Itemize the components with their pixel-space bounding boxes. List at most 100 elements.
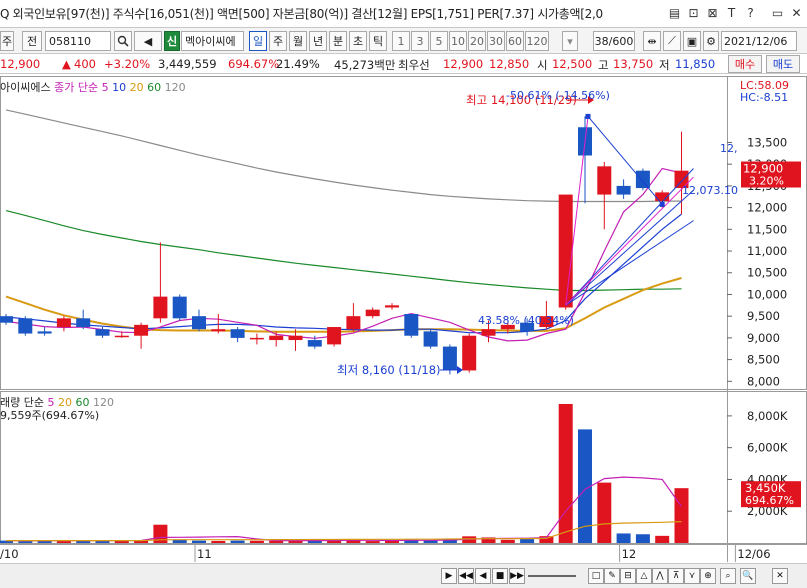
peak-tool-icon[interactable]: ⋀: [652, 568, 668, 584]
tab-week[interactable]: 주: [269, 31, 287, 51]
stock-name-field[interactable]: 멕아이씨에: [181, 31, 244, 51]
pen-tool-icon[interactable]: ✎: [604, 568, 620, 584]
help-icon[interactable]: ?: [743, 5, 758, 20]
current-volume-rate: 694.67%: [745, 494, 794, 507]
price-tick-label: 11,500: [747, 222, 787, 236]
add-tool-icon[interactable]: ⊕: [700, 568, 716, 584]
close-tools-icon[interactable]: ✕: [772, 568, 788, 584]
candle-body: [307, 340, 322, 347]
volume-bar: [365, 541, 380, 543]
stock-code-input[interactable]: 058110: [45, 31, 111, 51]
tab-minute[interactable]: 분: [329, 31, 347, 51]
export-icon[interactable]: ⊡: [686, 5, 701, 20]
copy-icon[interactable]: ▤: [667, 5, 682, 20]
candle-body: [616, 185, 631, 195]
fib-handle[interactable]: [585, 113, 591, 119]
price-tick-label: 11,000: [747, 244, 787, 258]
fan-end-annotation: 12,: [720, 142, 738, 155]
zoom-icon[interactable]: 🔍: [740, 568, 756, 584]
window-icon[interactable]: ▭: [770, 5, 785, 20]
legend-ma5[interactable]: 5: [102, 81, 109, 94]
market-select[interactable]: 주: [0, 31, 14, 51]
zoom-in-icon[interactable]: ⇹: [643, 31, 661, 51]
legend-ma120[interactable]: 120: [165, 81, 186, 94]
price-panel-frame: [0, 76, 807, 390]
back-icon[interactable]: ◀: [475, 568, 491, 584]
quote-bar: 12,900 ▲ 400 +3.20% 3,449,559 694.67% 21…: [0, 54, 807, 74]
candle-body: [18, 318, 33, 334]
interval-30[interactable]: 30: [487, 31, 505, 51]
candle-body: [442, 346, 457, 371]
volume-bar: [385, 540, 399, 543]
gear-icon[interactable]: ⚙: [703, 31, 719, 51]
buy-button[interactable]: 매수: [728, 55, 762, 73]
valley-tool-icon[interactable]: ⋎: [684, 568, 700, 584]
prefix-button[interactable]: 전: [22, 31, 42, 51]
text-icon[interactable]: T: [724, 5, 739, 20]
candle-count-input[interactable]: 38/600: [593, 31, 635, 51]
forward-icon[interactable]: ▶▶: [509, 568, 525, 584]
trade-amount: 45,273백만: [334, 58, 396, 72]
volume-bar: [616, 533, 631, 543]
interval-10[interactable]: 10: [449, 31, 467, 51]
box-tool-icon[interactable]: □: [588, 568, 604, 584]
price-tick-label: 8,500: [747, 353, 780, 367]
bar-tool-icon[interactable]: ⊼: [668, 568, 684, 584]
candle-body: [635, 170, 650, 189]
high-price: 13,750: [613, 57, 654, 71]
current-price: 12,900: [0, 57, 41, 71]
interval-60[interactable]: 60: [506, 31, 524, 51]
tab-tick[interactable]: 틱: [369, 31, 387, 51]
tab-day[interactable]: 일: [249, 31, 267, 51]
minus-tool-icon[interactable]: ⊟: [620, 568, 636, 584]
fib-mid-annotation: 12,073.10: [682, 184, 738, 197]
legend-ma20[interactable]: 20: [130, 81, 144, 94]
candle-body: [153, 296, 168, 319]
window-controls: ▤ ⊡ ⊠ T ? ▭ ✕: [667, 5, 804, 20]
price-tick-label: 9,000: [747, 331, 780, 345]
stop-icon[interactable]: ■: [492, 568, 508, 584]
date-label: 12: [622, 547, 637, 561]
close-box-icon[interactable]: ⊠: [705, 5, 720, 20]
date-input[interactable]: 2021/12/06: [721, 31, 797, 51]
current-rate-label: 3.20%: [749, 175, 784, 188]
search-icon[interactable]: [114, 31, 132, 51]
tab-second[interactable]: 초: [349, 31, 367, 51]
interval-20[interactable]: 20: [468, 31, 486, 51]
fib-handle[interactable]: [659, 201, 665, 207]
stock-info-bar: Q 외국인보유[97(천)] 주식수[16,051(천)] 액면[500] 자본…: [0, 0, 807, 28]
legend-ma60[interactable]: 60: [147, 81, 161, 94]
scroll-slider[interactable]: [528, 575, 576, 577]
volume-bar: [230, 540, 245, 543]
volume-bar: [674, 488, 689, 543]
price-chart[interactable]: 13,50013,00012,50012,00011,50011,00010,5…: [0, 76, 807, 563]
candle-body: [37, 331, 52, 334]
up-arrow-icon: ▲: [62, 57, 71, 71]
chart-toolbar: 주 전 058110 ◀ 신 멕아이씨에 일 주 월 년 분 초 틱 1 3 5…: [0, 28, 807, 54]
date-label: 11: [197, 547, 212, 561]
interval-5[interactable]: 5: [430, 31, 448, 51]
close-icon[interactable]: ✕: [789, 5, 804, 20]
volume-bar: [520, 539, 535, 543]
candle-body: [0, 316, 13, 323]
volume-bar: [635, 534, 650, 543]
candle-body: [346, 316, 361, 330]
rewind-icon[interactable]: ◀◀: [458, 568, 474, 584]
sell-button[interactable]: 매도: [766, 55, 800, 73]
legend-ma10[interactable]: 10: [112, 81, 126, 94]
triangle-tool-icon[interactable]: △: [636, 568, 652, 584]
tab-month[interactable]: 월: [289, 31, 307, 51]
price-tick-label: 13,500: [747, 135, 787, 149]
interval-1[interactable]: 1: [392, 31, 410, 51]
save-icon[interactable]: ▣: [683, 31, 701, 51]
sound-icon[interactable]: ◀: [134, 31, 162, 51]
interval-120[interactable]: 120: [525, 31, 549, 51]
find-icon[interactable]: ⌕: [720, 568, 736, 584]
chart-type-icon[interactable]: ⟋: [663, 31, 681, 51]
interval-3[interactable]: 3: [411, 31, 429, 51]
candle-body: [192, 316, 206, 330]
interval-dropdown[interactable]: ▾: [562, 31, 578, 51]
play-icon[interactable]: ▶: [441, 568, 457, 584]
status-bar: ▶ ◀◀ ◀ ■ ▶▶ □ ✎ ⊟ △ ⋀ ⊼ ⋎ ⊕ ⌕ 🔍 ✕: [0, 563, 807, 588]
tab-year[interactable]: 년: [309, 31, 327, 51]
